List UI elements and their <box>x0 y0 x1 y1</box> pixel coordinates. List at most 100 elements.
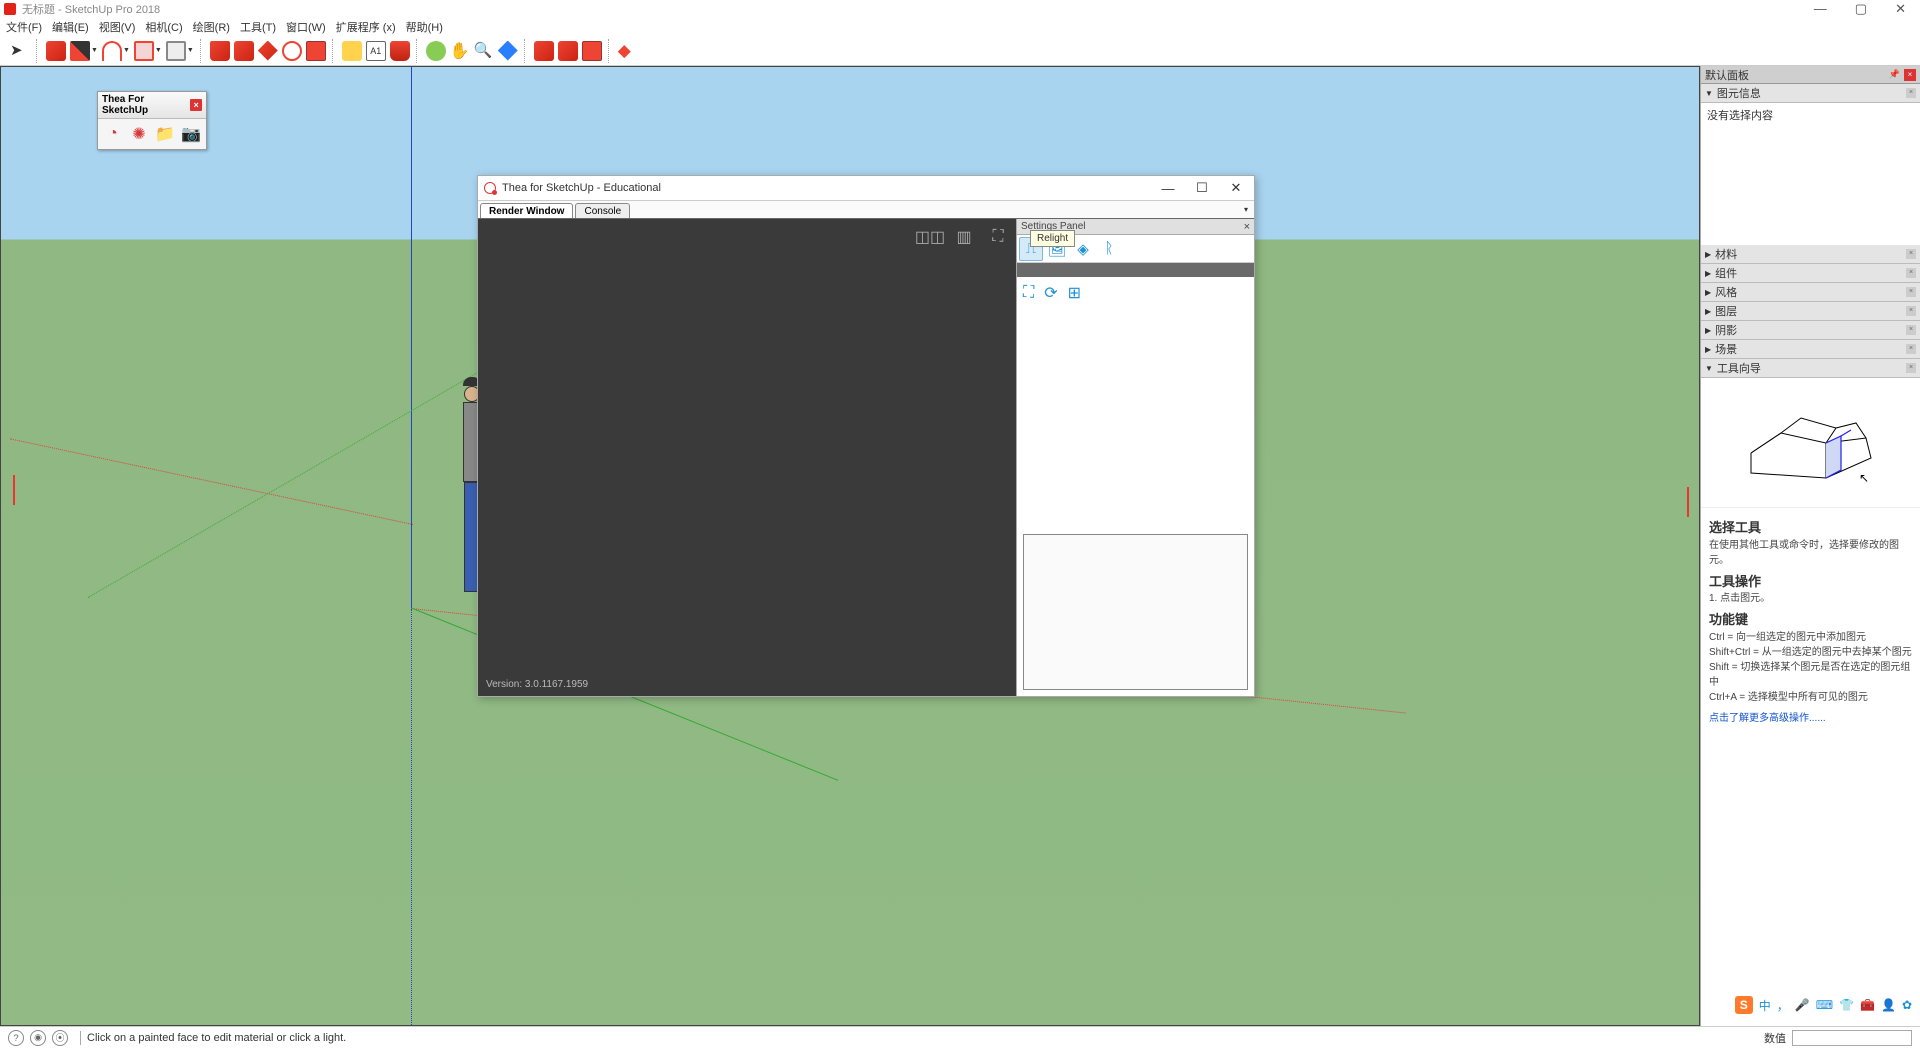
ruby-icon[interactable]: ◆ <box>618 41 638 61</box>
thea-toolbar-title[interactable]: Thea For SketchUp × <box>98 92 206 119</box>
zoom-extents-icon[interactable] <box>498 41 518 61</box>
pan-tool-icon[interactable]: ✋ <box>450 41 470 61</box>
section-styles[interactable]: ▶风格× <box>1701 283 1920 302</box>
main-toolbar: ➤ ▼ ▼ ▼ ▼ A1 ✋ 🔍 ◆ <box>0 36 1920 66</box>
text-tool-icon[interactable]: A1 <box>366 41 386 61</box>
section-components[interactable]: ▶组件× <box>1701 264 1920 283</box>
settings-panel: Settings Panel × ⎍ 🖼 ◈ ᚱ ⛶ ⟳ ⊞ <box>1016 219 1254 696</box>
instructor-more-link[interactable]: 点击了解更多高级操作...... <box>1709 711 1912 726</box>
thea-browse-icon[interactable]: 📁 <box>154 123 176 145</box>
ime-toolbox-icon[interactable]: 🧰 <box>1860 998 1875 1012</box>
section-entity-info[interactable]: ▼图元信息× <box>1701 84 1920 103</box>
pushpull-tool-icon[interactable] <box>210 41 230 61</box>
pencil-tool-icon[interactable] <box>70 41 90 61</box>
measurement-input[interactable] <box>1792 1030 1912 1046</box>
minimize-button[interactable]: — <box>1814 1 1827 17</box>
shapes-tool-icon[interactable] <box>166 41 186 61</box>
ime-keyboard-icon[interactable]: ⌨ <box>1816 998 1833 1012</box>
tray-header[interactable]: 默认面板 📌 × <box>1701 66 1920 84</box>
thea-settings-icon[interactable]: ✺ <box>128 123 150 145</box>
zoom-tool-icon[interactable]: 🔍 <box>474 41 494 61</box>
menu-extensions[interactable]: 扩展程序 (x) <box>336 19 396 35</box>
ime-skin-icon[interactable]: 👕 <box>1839 998 1854 1012</box>
ime-settings-icon[interactable]: ✿ <box>1902 998 1912 1012</box>
ime-bar[interactable]: S 中 ， 🎤 ⌨ 👕 🧰 👤 ✿ <box>1735 996 1912 1014</box>
thea-camera-icon[interactable]: 📷 <box>180 123 202 145</box>
app-icon <box>4 3 16 15</box>
crop-icon[interactable]: ⛶ <box>1023 284 1034 302</box>
section-scenes[interactable]: ▶场景× <box>1701 340 1920 359</box>
tab-render-window[interactable]: Render Window <box>480 203 573 218</box>
thea-maximize-button[interactable]: ☐ <box>1190 180 1214 196</box>
tab-dropdown-icon[interactable]: ▾ <box>1240 205 1252 214</box>
ime-lang-button[interactable]: 中 <box>1759 997 1771 1014</box>
maximize-button[interactable]: ▢ <box>1855 1 1867 17</box>
status-geo-icon[interactable]: ⦿ <box>52 1030 68 1046</box>
thea-floating-toolbar[interactable]: Thea For SketchUp × ◔ ✺ 📁 📷 <box>97 91 207 150</box>
close-button[interactable]: ✕ <box>1895 1 1906 17</box>
settings-tab-animation-icon[interactable]: ᚱ <box>1097 237 1121 261</box>
status-hint: Click on a painted face to edit material… <box>87 1032 346 1044</box>
tray-close-icon[interactable]: × <box>1904 69 1916 81</box>
entity-info-spacer <box>1701 127 1920 245</box>
tab-console[interactable]: Console <box>575 203 630 218</box>
menu-draw[interactable]: 绘图(R) <box>193 19 230 35</box>
menu-help[interactable]: 帮助(H) <box>406 19 443 35</box>
histogram-icon[interactable]: ▥ <box>954 227 974 247</box>
3d-viewport[interactable]: Thea For SketchUp × ◔ ✺ 📁 📷 Thea for Ske… <box>0 66 1700 1026</box>
tray-title: 默认面板 <box>1705 67 1749 83</box>
paint-tool-icon[interactable] <box>390 41 410 61</box>
pin-icon[interactable]: 📌 <box>1889 69 1900 80</box>
warehouse-icon[interactable] <box>534 41 554 61</box>
instructor-keys-title: 功能键 <box>1709 610 1912 630</box>
viewport-marker-right <box>1687 487 1689 517</box>
toggle-icon[interactable]: ⊞ <box>1068 283 1081 303</box>
tape-tool-icon[interactable] <box>342 41 362 61</box>
eraser-tool-icon[interactable] <box>46 41 66 61</box>
axis-blue-dotted <box>411 609 412 1026</box>
ime-voice-icon[interactable]: 🎤 <box>1795 998 1810 1012</box>
render-viewport[interactable]: ◫◫ ▥ ⛶ Version: 3.0.1167.1959 <box>478 219 1016 696</box>
section-materials[interactable]: ▶材料× <box>1701 245 1920 264</box>
instructor-key-shift: Shift = 切换选择某个图元是否在选定的图元组中 <box>1709 660 1912 690</box>
rotate-tool-icon[interactable] <box>282 41 302 61</box>
section-instructor[interactable]: ▼工具向导× <box>1701 359 1920 378</box>
rectangle-tool-icon[interactable] <box>134 41 154 61</box>
ext-warehouse-icon[interactable] <box>558 41 578 61</box>
svg-text:↖: ↖ <box>1859 471 1869 485</box>
thea-toolbar-close-icon[interactable]: × <box>190 99 202 111</box>
menu-view[interactable]: 视图(V) <box>99 19 136 35</box>
status-help-icon[interactable]: ? <box>8 1030 24 1046</box>
status-user-icon[interactable]: ◉ <box>30 1030 46 1046</box>
measurement-label: 数值 <box>1764 1030 1786 1046</box>
menu-camera[interactable]: 相机(C) <box>145 19 182 35</box>
menu-edit[interactable]: 编辑(E) <box>52 19 89 35</box>
refresh-icon[interactable]: ⟳ <box>1044 283 1057 303</box>
instructor-tool-desc: 在使用其他工具或命令时，选择要修改的图元。 <box>1709 538 1912 568</box>
menu-file[interactable]: 文件(F) <box>6 19 42 35</box>
menu-window[interactable]: 窗口(W) <box>286 19 326 35</box>
region-icon[interactable]: ⛶ <box>988 227 1008 247</box>
settings-preview <box>1023 534 1248 690</box>
compare-icon[interactable]: ◫◫ <box>920 227 940 247</box>
section-layers[interactable]: ▶图层× <box>1701 302 1920 321</box>
followme-tool-icon[interactable] <box>234 41 254 61</box>
thea-render-icon[interactable]: ◔ <box>102 123 124 145</box>
orbit-tool-icon[interactable] <box>426 41 446 61</box>
thea-dialog-titlebar[interactable]: Thea for SketchUp - Educational — ☐ ✕ <box>478 176 1254 200</box>
layout-icon[interactable] <box>582 41 602 61</box>
entity-info-content: 没有选择内容 <box>1701 103 1920 127</box>
thea-minimize-button[interactable]: — <box>1156 181 1180 196</box>
menu-tools[interactable]: 工具(T) <box>240 19 276 35</box>
sogou-icon[interactable]: S <box>1735 996 1753 1014</box>
settings-band <box>1017 263 1254 277</box>
select-tool-icon[interactable]: ➤ <box>10 41 30 61</box>
ime-user-icon[interactable]: 👤 <box>1881 998 1896 1012</box>
move-tool-icon[interactable] <box>258 41 278 61</box>
ime-punct-button[interactable]: ， <box>1777 997 1789 1014</box>
settings-panel-close-icon[interactable]: × <box>1244 221 1250 233</box>
section-shadows[interactable]: ▶阴影× <box>1701 321 1920 340</box>
arc-tool-icon[interactable] <box>102 41 122 61</box>
scale-tool-icon[interactable] <box>306 41 326 61</box>
thea-close-button[interactable]: ✕ <box>1224 180 1248 196</box>
